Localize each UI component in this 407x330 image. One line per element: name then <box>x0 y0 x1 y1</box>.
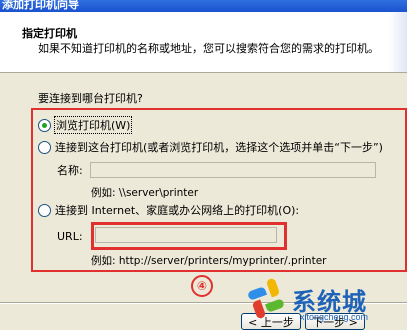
name-row: 名称: <box>57 162 376 178</box>
name-label: 名称: <box>57 164 83 177</box>
radio-browse[interactable] <box>38 118 51 132</box>
printer-name-field[interactable] <box>90 162 376 178</box>
option-connect-printer[interactable]: 连接到这台打印机(或者浏览打印机，选择这个选项并单击“下一步”) <box>38 139 383 155</box>
question-label: 要连接到哪台打印机? <box>38 92 143 105</box>
radio-connect[interactable] <box>38 140 51 154</box>
option-internet-label: 连接到 Internet、家庭或办公网络上的打印机(O): <box>55 204 300 217</box>
page-subtitle: 如果不知道打印机的名称或地址，您可以搜索符合您的需求的打印机。 <box>38 42 379 55</box>
option-browse-printer[interactable]: 浏览打印机(W) <box>38 116 133 134</box>
watermark: 系统城 xitongcheng.com <box>244 268 407 330</box>
option-internet-printer[interactable]: 连接到 Internet、家庭或办公网络上的打印机(O): <box>38 202 299 218</box>
url-field[interactable] <box>95 227 277 243</box>
window-title: 添加打印机向导 <box>2 0 79 11</box>
url-label: URL: <box>57 230 83 243</box>
watermark-logo-icon <box>244 277 288 321</box>
url-example: 例如: http://server/printers/myprinter/.pr… <box>91 255 327 267</box>
name-example: 例如: \\server\printer <box>91 187 199 199</box>
window-title-bar: 添加打印机向导 <box>0 0 407 12</box>
step-number-badge: ④ <box>191 275 213 297</box>
option-connect-label: 连接到这台打印机(或者浏览打印机，选择这个选项并单击“下一步”) <box>55 141 383 154</box>
wizard-header: 指定打印机 如果不知道打印机的名称或地址，您可以搜索符合您的需求的打印机。 <box>0 12 407 73</box>
option-browse-label: 浏览打印机(W) <box>53 116 133 134</box>
radio-internet[interactable] <box>38 203 51 217</box>
printer-options-group: 浏览打印机(W) 连接到这台打印机(或者浏览打印机，选择这个选项并单击“下一步”… <box>31 108 407 272</box>
printer-icon <box>389 12 407 72</box>
watermark-sub: xitongcheng.com <box>300 312 369 322</box>
page-title: 指定打印机 <box>22 27 77 40</box>
